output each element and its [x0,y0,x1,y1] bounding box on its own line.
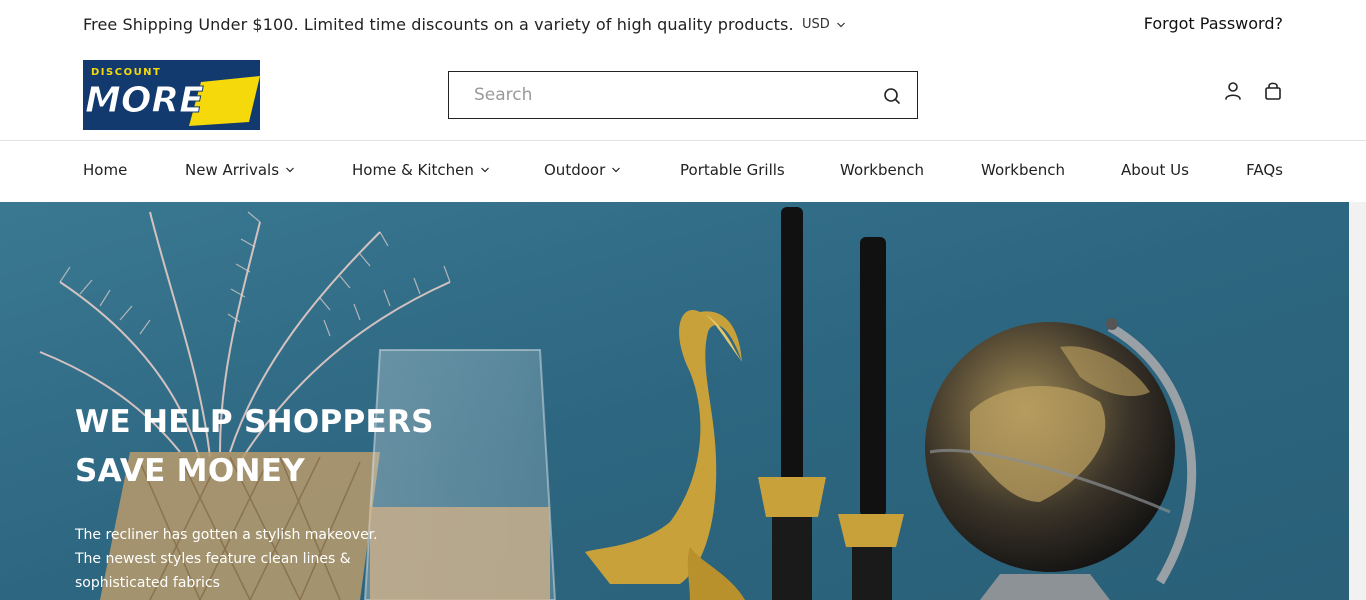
hero-title-line: SAVE MONEY [75,453,305,489]
logo-image: DISCOUNT MORE [83,60,260,130]
currency-selector[interactable]: USD [802,17,846,32]
hero-subtitle-line: The newest styles feature clean lines & … [75,551,351,591]
shipping-message: Free Shipping Under $100. Limited time d… [83,15,794,34]
nav-item-label: Workbench [981,161,1065,179]
nav-item-new-arrivals[interactable]: New Arrivals [185,161,295,179]
hero-banner[interactable]: WE HELP SHOPPERS SAVE MONEY The recliner… [0,202,1349,600]
announcement-bar: Free Shipping Under $100. Limited time d… [0,0,1366,52]
store-logo[interactable]: DISCOUNT MORE [83,60,260,130]
page-scrollbar[interactable] [1349,202,1366,600]
nav-item-home[interactable]: Home [83,161,127,179]
hero-title: WE HELP SHOPPERS SAVE MONEY [75,398,434,496]
bag-icon[interactable] [1262,80,1284,102]
main-navigation: Home New Arrivals Home & Kitchen Outdoor… [0,140,1366,202]
nav-item-workbench-2[interactable]: Workbench [981,161,1065,179]
nav-item-workbench[interactable]: Workbench [840,161,924,179]
nav-item-faqs[interactable]: FAQs [1246,161,1283,179]
chevron-down-icon [286,167,294,173]
hero-subtitle-line: The recliner has gotten a stylish makeov… [75,527,378,543]
forgot-password-link[interactable]: Forgot Password? [1144,14,1283,33]
nav-item-outdoor[interactable]: Outdoor [544,161,621,179]
search-input[interactable] [449,72,859,118]
currency-label: USD [802,17,830,32]
nav-item-label: Outdoor [544,161,606,179]
nav-item-label: Home [83,161,128,179]
hero-subtitle: The recliner has gotten a stylish makeov… [75,523,445,595]
nav-item-label: FAQs [1246,161,1283,179]
nav-item-label: Home & Kitchen [352,161,474,179]
nav-item-about-us[interactable]: About Us [1121,161,1189,179]
logo-big-text: MORE [85,80,204,121]
nav-item-label: Portable Grills [680,161,785,179]
logo-small-text: DISCOUNT [91,67,161,78]
search-icon[interactable] [881,85,903,107]
chevron-down-icon [612,167,621,173]
hero-title-line: WE HELP SHOPPERS [75,404,434,440]
nav-item-portable-grills[interactable]: Portable Grills [680,161,785,179]
user-icon[interactable] [1222,80,1244,102]
nav-item-label: Workbench [840,161,924,179]
search-box [448,71,918,119]
nav-item-home-kitchen[interactable]: Home & Kitchen [352,161,490,179]
nav-item-label: New Arrivals [185,161,280,179]
nav-item-label: About Us [1121,161,1189,179]
chevron-down-icon [836,22,845,27]
chevron-down-icon [480,167,489,173]
